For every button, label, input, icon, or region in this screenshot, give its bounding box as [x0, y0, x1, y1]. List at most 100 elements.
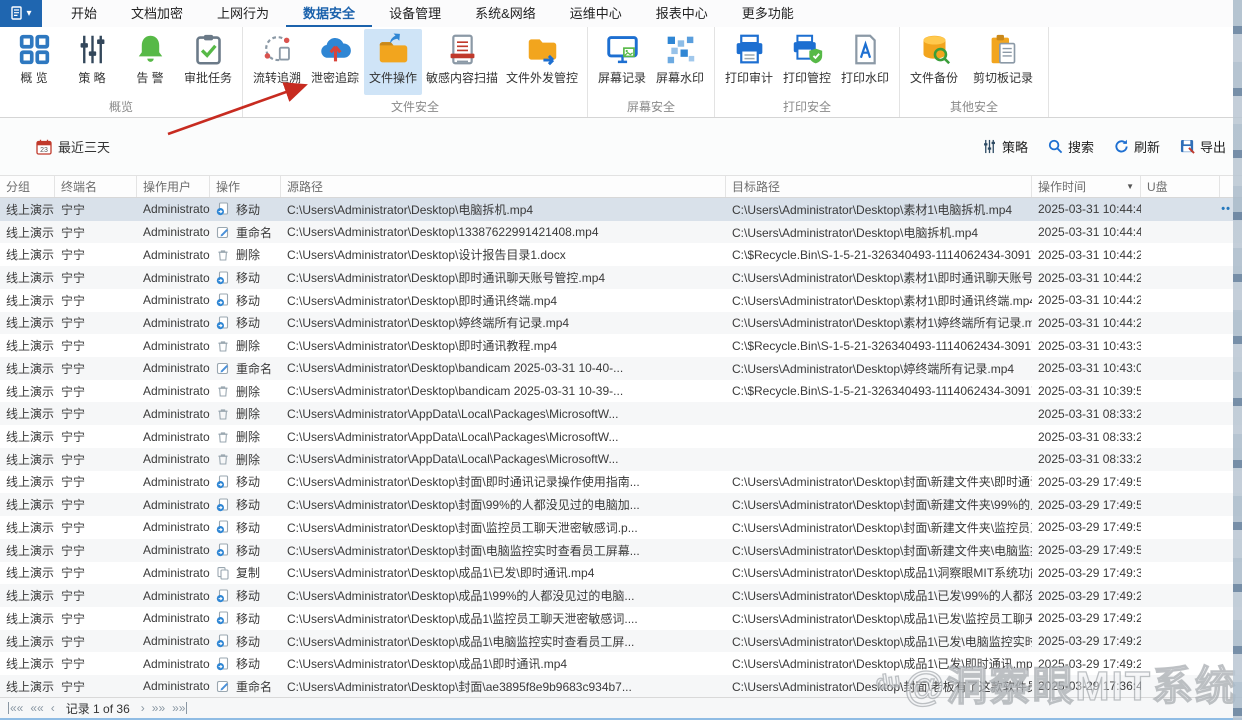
- table-row[interactable]: 线上演示宁宁Administrator移动C:\Users\Administra…: [0, 630, 1242, 653]
- table-row[interactable]: 线上演示宁宁Administrator删除C:\Users\Administra…: [0, 243, 1242, 266]
- table-row[interactable]: 线上演示宁宁Administrator删除C:\Users\Administra…: [0, 448, 1242, 471]
- tab-data-security[interactable]: 数据安全: [286, 0, 372, 27]
- app-menu-caret: ▾: [26, 8, 31, 19]
- table-row[interactable]: 线上演示宁宁Administrator删除C:\Users\Administra…: [0, 334, 1242, 357]
- table-row[interactable]: 线上演示宁宁Administrator重命名C:\Users\Administr…: [0, 221, 1242, 244]
- row-actions-ellipsis[interactable]: •••: [1220, 198, 1233, 221]
- table-row[interactable]: 线上演示宁宁Administrator移动C:\Users\Administra…: [0, 471, 1242, 494]
- app-menu-icon: [10, 6, 24, 21]
- cell-operator-user: Administrator: [137, 539, 210, 562]
- col-header-spacer: [1220, 176, 1233, 197]
- search-button[interactable]: 搜索: [1048, 137, 1094, 156]
- date-range-filter[interactable]: 23 最近三天: [36, 137, 110, 156]
- cell-terminal-name: 宁宁: [55, 312, 137, 335]
- cell-usb: [1141, 425, 1220, 448]
- cell-actions: [1220, 652, 1233, 675]
- refresh-button[interactable]: 刷新: [1114, 137, 1160, 156]
- table-row[interactable]: 线上演示宁宁Administrator移动C:\Users\Administra…: [0, 266, 1242, 289]
- cell-actions: [1220, 539, 1233, 562]
- cell-target-path: C:\Users\Administrator\Desktop\成品1\已发\即时…: [726, 652, 1032, 675]
- ribbon-item-print-control[interactable]: 打印管控: [778, 29, 836, 95]
- col-header-usb[interactable]: U盘: [1141, 176, 1220, 197]
- cell-group: 线上演示: [0, 221, 55, 244]
- tab-more-features[interactable]: 更多功能: [725, 0, 811, 27]
- delete-trash-icon: [216, 407, 230, 421]
- ribbon-item-screen-watermark[interactable]: 屏幕水印: [651, 29, 709, 95]
- col-header-group[interactable]: 分组: [0, 176, 55, 197]
- tab-system-network[interactable]: 系统&网络: [458, 0, 553, 27]
- tab-doc-encryption[interactable]: 文档加密: [114, 0, 200, 27]
- ribbon-item-alerts[interactable]: 告 警: [121, 29, 179, 95]
- tab-device-management[interactable]: 设备管理: [372, 0, 458, 27]
- cell-usb: [1141, 516, 1220, 539]
- ribbon-item-print-audit[interactable]: 打印审计: [720, 29, 778, 95]
- cell-usb: [1141, 584, 1220, 607]
- ribbon-item-leak-tracking[interactable]: 泄密追踪: [306, 29, 364, 95]
- ribbon-item-sensitive-content-scan[interactable]: 敏感内容扫描: [422, 29, 502, 95]
- export-button[interactable]: 导出: [1180, 137, 1226, 156]
- ribbon-item-print-watermark[interactable]: 打印水印: [836, 29, 894, 95]
- clipboard-record-icon: [987, 33, 1020, 66]
- table-row[interactable]: 线上演示宁宁Administrator移动C:\Users\Administra…: [0, 493, 1242, 516]
- cell-terminal-name: 宁宁: [55, 380, 137, 403]
- cell-source-path: C:\Users\Administrator\Desktop\婷终端所有记录.m…: [281, 312, 726, 335]
- tab-ops-center[interactable]: 运维中心: [553, 0, 639, 27]
- table-row[interactable]: 线上演示宁宁Administrator移动C:\Users\Administra…: [0, 539, 1242, 562]
- col-header-terminal[interactable]: 终端名: [55, 176, 137, 197]
- fast-back-button[interactable]: ««: [30, 702, 43, 714]
- prev-page-button[interactable]: ‹: [51, 702, 55, 714]
- table-row[interactable]: 线上演示宁宁Administrator移动C:\Users\Administra…: [0, 516, 1242, 539]
- table-row[interactable]: 线上演示宁宁Administrator移动C:\Users\Administra…: [0, 652, 1242, 675]
- first-page-button[interactable]: ««: [8, 702, 23, 714]
- col-header-time[interactable]: 操作时间▼: [1032, 176, 1141, 197]
- ribbon-item-file-backup[interactable]: 文件备份: [905, 29, 963, 95]
- table-row[interactable]: 线上演示宁宁Administrator移动C:\Users\Administra…: [0, 312, 1242, 335]
- tab-web-behavior[interactable]: 上网行为: [200, 0, 286, 27]
- next-page-button[interactable]: ›: [141, 702, 145, 714]
- ribbon-item-overview[interactable]: 概 览: [5, 29, 63, 95]
- ribbon-item-outgoing-file-control[interactable]: 文件外发管控: [502, 29, 582, 95]
- table-row[interactable]: 线上演示宁宁Administrator删除C:\Users\Administra…: [0, 402, 1242, 425]
- ribbon-item-approval-tasks[interactable]: 审批任务: [179, 29, 237, 95]
- move-file-icon: [216, 316, 230, 330]
- ribbon-item-file-operations[interactable]: 文件操作: [364, 29, 422, 95]
- col-header-operation[interactable]: 操作: [210, 176, 281, 197]
- operation-label: 移动: [236, 473, 260, 490]
- table-row[interactable]: 线上演示宁宁Administrator移动C:\Users\Administra…: [0, 289, 1242, 312]
- tab-report-center[interactable]: 报表中心: [639, 0, 725, 27]
- ribbon-item-policy[interactable]: 策 略: [63, 29, 121, 95]
- table-row[interactable]: 线上演示宁宁Administrator移动C:\Users\Administra…: [0, 607, 1242, 630]
- cell-operator-user: Administrator: [137, 675, 210, 698]
- fast-forward-button[interactable]: »»: [152, 702, 165, 714]
- table-header: 分组 终端名 操作用户 操作 源路径 目标路径 操作时间▼ U盘: [0, 175, 1242, 198]
- cell-source-path: C:\Users\Administrator\Desktop\封面\99%的人都…: [281, 493, 726, 516]
- ribbon-item-screen-record[interactable]: 屏幕记录: [593, 29, 651, 95]
- operation-label: 移动: [236, 314, 260, 331]
- cell-usb: [1141, 630, 1220, 653]
- ribbon-item-label: 打印管控: [783, 69, 831, 86]
- cell-target-path: [726, 448, 1032, 471]
- ribbon-item-clipboard-record[interactable]: 剪切板记录: [963, 29, 1043, 95]
- col-header-source-path[interactable]: 源路径: [281, 176, 726, 197]
- table-row[interactable]: 线上演示宁宁Administrator删除C:\Users\Administra…: [0, 425, 1242, 448]
- app-menu-button[interactable]: ▾: [0, 0, 42, 27]
- table-row[interactable]: 线上演示宁宁Administrator移动C:\Users\Administra…: [0, 584, 1242, 607]
- sort-dropdown-icon[interactable]: ▼: [1126, 182, 1134, 191]
- policy-button[interactable]: 策略: [982, 137, 1028, 156]
- table-row[interactable]: 线上演示宁宁Administrator移动C:\Users\Administra…: [0, 198, 1242, 221]
- col-header-target-path[interactable]: 目标路径: [726, 176, 1032, 197]
- ribbon-item-label: 泄密追踪: [311, 69, 359, 86]
- table-row[interactable]: 线上演示宁宁Administrator重命名C:\Users\Administr…: [0, 675, 1242, 698]
- ribbon-item-flow-trace[interactable]: 流转追溯: [248, 29, 306, 95]
- table-row[interactable]: 线上演示宁宁Administrator复制C:\Users\Administra…: [0, 562, 1242, 585]
- table-row[interactable]: 线上演示宁宁Administrator删除C:\Users\Administra…: [0, 380, 1242, 403]
- cell-operation: 删除: [210, 448, 281, 471]
- col-header-user[interactable]: 操作用户: [137, 176, 210, 197]
- tab-start[interactable]: 开始: [54, 0, 114, 27]
- cell-target-path: C:\$Recycle.Bin\S-1-5-21-326340493-11140…: [726, 334, 1032, 357]
- rename-icon: [216, 225, 230, 239]
- cell-operator-user: Administrator: [137, 584, 210, 607]
- last-page-button[interactable]: »»: [172, 702, 187, 714]
- table-row[interactable]: 线上演示宁宁Administrator重命名C:\Users\Administr…: [0, 357, 1242, 380]
- cell-operation: 删除: [210, 380, 281, 403]
